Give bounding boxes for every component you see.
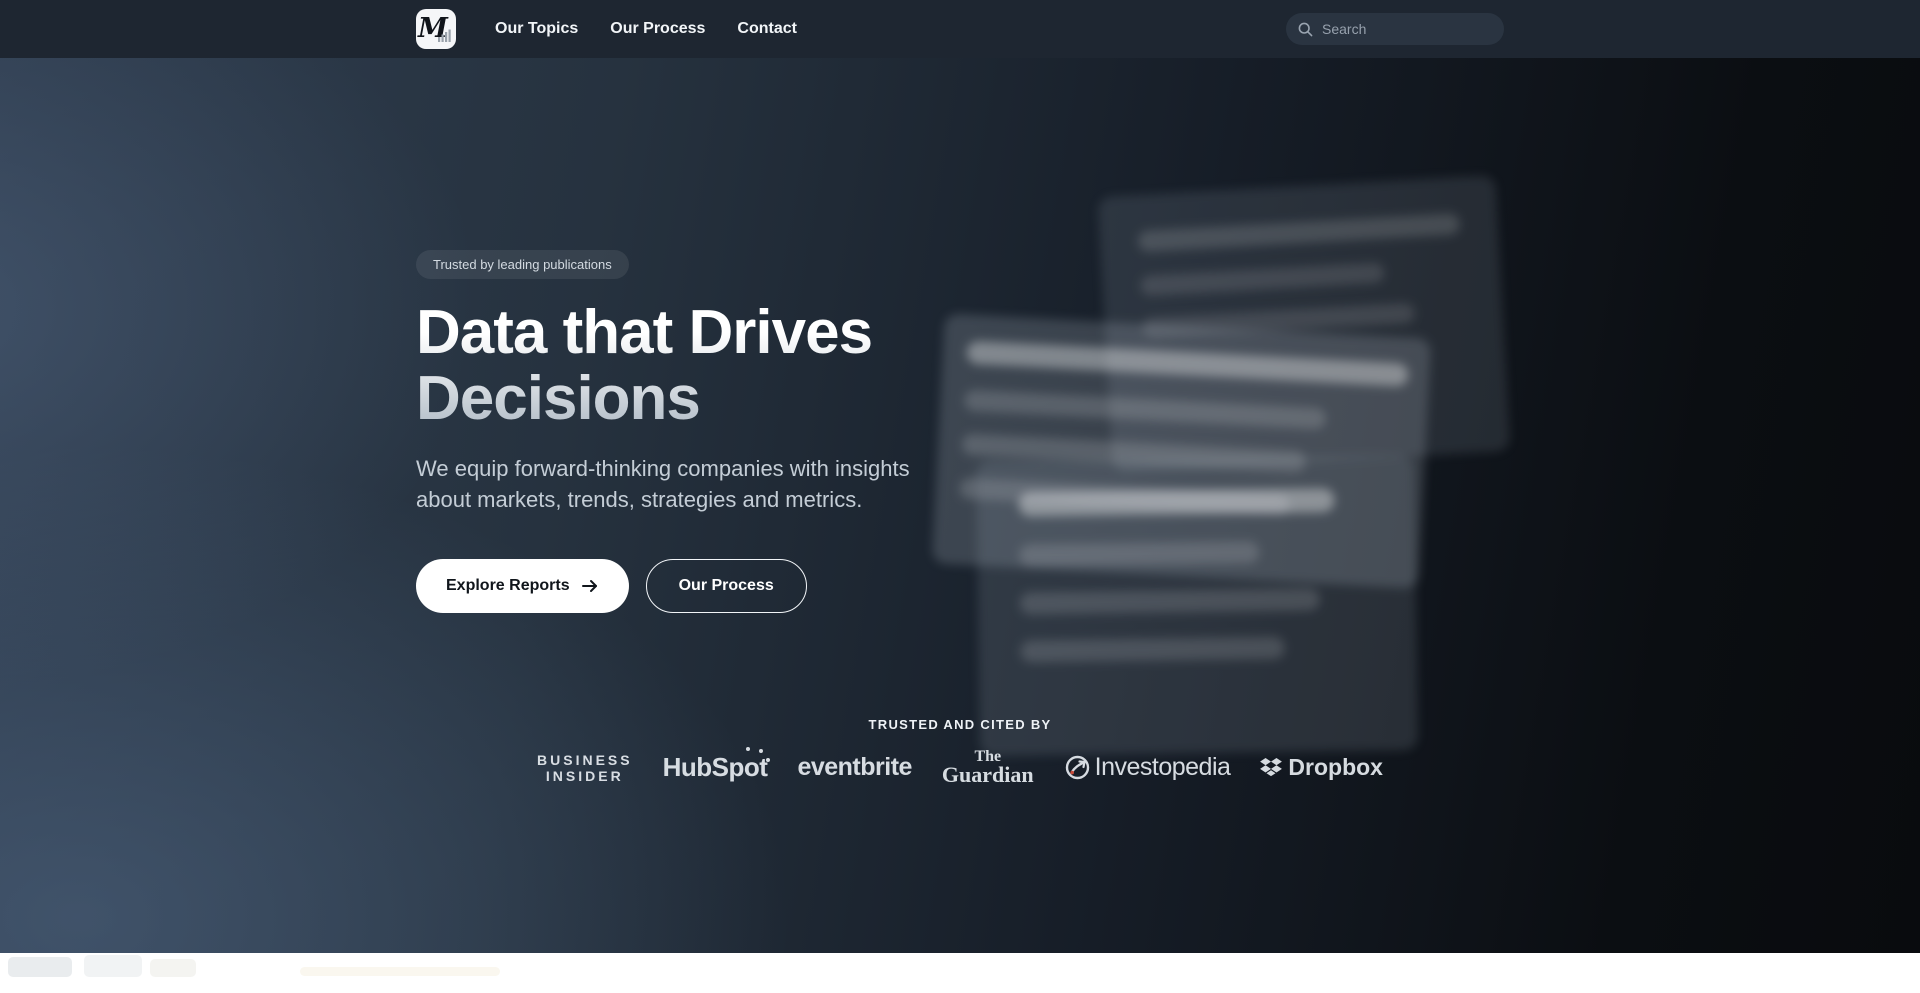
- ghost-shape: [8, 957, 72, 977]
- ghost-shape: [84, 955, 142, 977]
- nav-links: Our Topics Our Process Contact: [495, 20, 797, 38]
- ghost-shape: [300, 967, 500, 976]
- search-input[interactable]: [1322, 21, 1482, 37]
- investopedia-logo: Investopedia: [1064, 753, 1231, 782]
- hero-title: Data that Drives Decisions: [416, 300, 1146, 432]
- trust-badge: Trusted by leading publications: [416, 250, 629, 279]
- business-insider-line2: INSIDER: [546, 768, 624, 784]
- hero-content: Trusted by leading publications Data tha…: [416, 58, 1504, 786]
- publication-logos: BUSINESS INSIDER HubSpot eventbrite The …: [416, 749, 1504, 786]
- brand-logo[interactable]: M: [416, 9, 456, 49]
- nav-link-our-topics[interactable]: Our Topics: [495, 20, 578, 38]
- nav-container: M Our Topics Our Process Contact: [416, 0, 1504, 58]
- business-insider-line1: BUSINESS: [537, 752, 633, 768]
- dropbox-text: Dropbox: [1288, 754, 1383, 781]
- hubspot-logo: HubSpot: [663, 752, 768, 783]
- search-bar[interactable]: [1286, 13, 1504, 45]
- investopedia-icon: [1064, 754, 1091, 781]
- hero-section: Trusted by leading publications Data tha…: [0, 58, 1920, 953]
- guardian-logo: The Guardian: [942, 749, 1034, 786]
- hubspot-sprocket-icon: o: [744, 752, 759, 783]
- ghost-shape: [150, 959, 196, 977]
- nav-link-our-process[interactable]: Our Process: [610, 20, 705, 38]
- nav-link-contact[interactable]: Contact: [737, 20, 797, 38]
- arrow-right-icon: [581, 578, 599, 594]
- hubspot-text-pre: HubSp: [663, 752, 744, 782]
- explore-reports-label: Explore Reports: [446, 577, 570, 595]
- eventbrite-logo: eventbrite: [797, 753, 911, 782]
- dropbox-logo: Dropbox: [1260, 754, 1383, 781]
- top-navbar: M Our Topics Our Process Contact: [0, 0, 1920, 58]
- hero-description: We equip forward-thinking companies with…: [416, 453, 931, 515]
- next-section-top: [0, 953, 1920, 993]
- cta-row: Explore Reports Our Process: [416, 559, 1504, 613]
- trusted-by-label: TRUSTED AND CITED BY: [416, 717, 1504, 732]
- explore-reports-button[interactable]: Explore Reports: [416, 559, 629, 613]
- our-process-label: Our Process: [679, 577, 774, 595]
- brand-chart-bars-icon: [438, 28, 451, 42]
- our-process-button[interactable]: Our Process: [646, 559, 807, 613]
- investopedia-text: Investopedia: [1095, 753, 1231, 782]
- dropbox-icon: [1260, 758, 1282, 778]
- hubspot-text-post: t: [759, 752, 767, 782]
- search-icon: [1298, 22, 1313, 37]
- guardian-line2: Guardian: [942, 764, 1034, 786]
- business-insider-logo: BUSINESS INSIDER: [537, 752, 633, 784]
